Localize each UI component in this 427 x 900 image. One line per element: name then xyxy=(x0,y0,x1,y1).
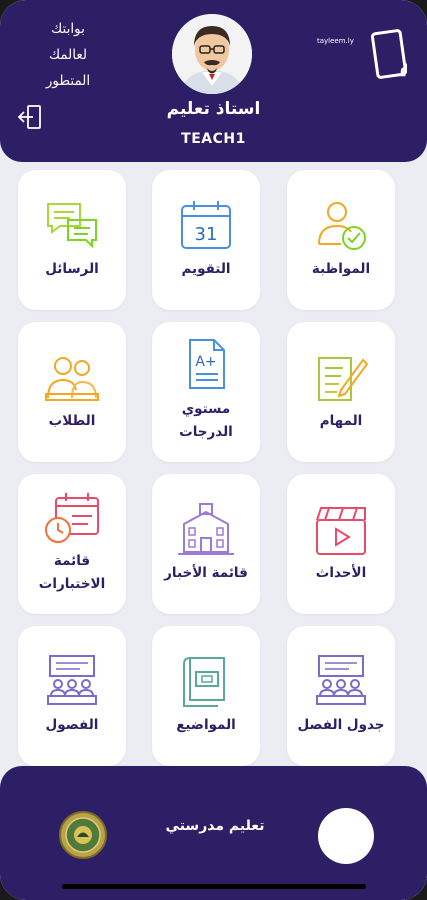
tile-events[interactable]: الأحداث xyxy=(287,474,395,614)
tagline-line: المتطور xyxy=(45,73,91,89)
tile-exams[interactable]: قائمة الاختبارات xyxy=(18,474,126,614)
tile-label: التقويم xyxy=(181,261,231,277)
school-seal-icon[interactable] xyxy=(58,810,108,860)
tile-tasks[interactable]: المهام xyxy=(287,322,395,462)
tile-label: المواضيع xyxy=(176,717,236,733)
tile-classes[interactable]: الفصول xyxy=(18,626,126,766)
tile-class-schedule[interactable]: جدول الفصل xyxy=(287,626,395,766)
tagline: بوابتك لعالمك المتطور xyxy=(38,16,98,94)
tile-label: الأحداث xyxy=(315,565,367,581)
tile-label: الفصول xyxy=(45,717,99,733)
teacher-name: استاذ تعليم xyxy=(166,99,261,119)
tile-label-line: قائمة xyxy=(53,553,91,569)
tasks-icon xyxy=(318,357,369,401)
tagline-line: لعالمك xyxy=(48,47,88,63)
logo-text: تعليم xyxy=(399,47,407,77)
tile-label: قائمة الأخبار xyxy=(164,565,248,581)
calendar-icon: 31 xyxy=(181,201,231,249)
messages-icon xyxy=(47,203,97,249)
tile-messages[interactable]: الرسائل xyxy=(18,170,126,310)
logo-small-text: tayleem.ly xyxy=(317,37,354,45)
students-icon xyxy=(45,357,99,401)
tile-subjects[interactable]: المواضيع xyxy=(152,626,260,766)
tile-label: المواظبة xyxy=(311,261,371,277)
tile-label: المهام xyxy=(319,413,363,429)
tagline-line: بوابتك xyxy=(51,21,85,37)
tile-attendance[interactable]: المواظبة xyxy=(287,170,395,310)
tile-news[interactable]: قائمة الأخبار xyxy=(152,474,260,614)
calendar-icon-text: 31 xyxy=(195,224,218,245)
home-button[interactable] xyxy=(318,808,374,864)
app-screen: بوابتك لعالمك المتطور استاذ تعليم TEACH1… xyxy=(0,0,427,900)
avatar[interactable] xyxy=(172,14,252,94)
tile-label: الرسائل xyxy=(45,261,99,277)
tile-label: الطلاب xyxy=(48,413,96,429)
tile-label: قائمة الاختبارات xyxy=(22,550,122,596)
news-icon xyxy=(178,503,234,555)
tile-students[interactable]: الطلاب xyxy=(18,322,126,462)
tile-grades[interactable]: A+ مستوي الدرجات xyxy=(152,322,260,462)
bottom-bar: تعليم مدرستي xyxy=(0,766,427,900)
school-app-name: تعليم مدرستي xyxy=(165,818,265,834)
class-schedule-icon xyxy=(316,655,366,705)
subjects-icon xyxy=(183,657,225,707)
classes-icon xyxy=(47,655,97,705)
events-icon xyxy=(316,507,366,555)
home-indicator xyxy=(62,884,366,889)
header: بوابتك لعالمك المتطور استاذ تعليم TEACH1… xyxy=(0,0,427,162)
tile-calendar[interactable]: 31 التقويم xyxy=(152,170,260,310)
teacher-avatar-icon xyxy=(172,14,252,94)
tile-label-line: الدرجات xyxy=(179,424,233,440)
tile-label-line: مستوي xyxy=(181,401,231,417)
teacher-id: TEACH1 xyxy=(181,131,246,147)
taaleem-logo: tayleem.ly تعليم xyxy=(317,29,407,79)
tile-label: مستوي الدرجات xyxy=(156,398,256,444)
exams-icon xyxy=(45,493,99,543)
attendance-icon xyxy=(318,202,366,250)
tile-label-line: الاختبارات xyxy=(38,576,106,592)
tile-label: جدول الفصل xyxy=(297,717,385,733)
grades-icon-text: A+ xyxy=(195,354,216,370)
grades-icon: A+ xyxy=(189,339,225,389)
